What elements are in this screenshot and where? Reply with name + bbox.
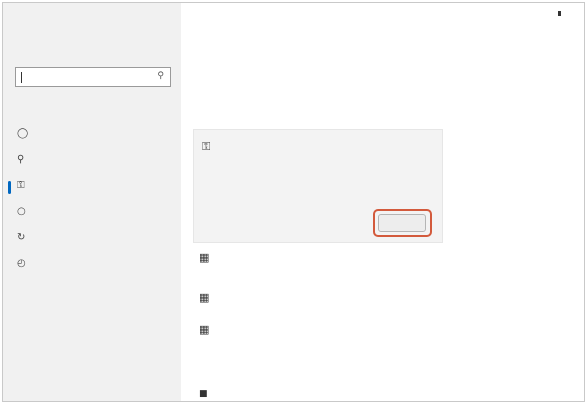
title-bar — [3, 3, 584, 25]
sign-in-options-icon: ⚿ — [17, 180, 25, 191]
option-icon: ▦ — [199, 323, 210, 336]
text-cursor — [21, 72, 22, 83]
key-icon: ⚲ — [17, 154, 25, 165]
card-action-button[interactable] — [378, 214, 426, 232]
nav-search-field[interactable]: ⚲ — [15, 67, 171, 87]
user-account-icon: ○ — [17, 206, 26, 217]
settings-window: ⚲ ◯ ⚲ ⚿ ○ ↻ ◴ ⚿ ▦ ▦ ▦ ■ — [2, 2, 585, 402]
nav-item-4[interactable]: ○ — [3, 201, 181, 225]
option-icon: ▦ — [199, 291, 210, 304]
navigation-pane: ⚲ ◯ ⚲ ⚿ ○ ↻ ◴ — [3, 3, 181, 401]
nav-item-1[interactable]: ◯ — [3, 123, 181, 147]
shield-icon: ◯ — [17, 128, 29, 139]
nav-item-6[interactable]: ◴ — [3, 253, 181, 277]
sync-icon: ↻ — [17, 232, 26, 243]
selection-indicator — [8, 181, 11, 194]
clock-icon: ◴ — [17, 258, 26, 269]
footer-link[interactable]: ■ — [199, 389, 214, 399]
nav-item-5[interactable]: ↻ — [3, 227, 181, 251]
option-row-3[interactable]: ▦ — [193, 323, 443, 347]
nav-item-2[interactable]: ⚲ — [3, 149, 181, 173]
search-icon: ⚲ — [157, 71, 164, 81]
option-row-1[interactable]: ▦ — [193, 251, 443, 281]
window-control-mark[interactable] — [558, 11, 561, 16]
option-icon: ▦ — [199, 251, 210, 264]
option-icon: ⚿ — [202, 140, 211, 153]
footer-link-icon: ■ — [199, 389, 208, 399]
nav-item-3-selected[interactable]: ⚿ — [3, 175, 181, 199]
option-row-2[interactable]: ▦ — [193, 291, 443, 315]
